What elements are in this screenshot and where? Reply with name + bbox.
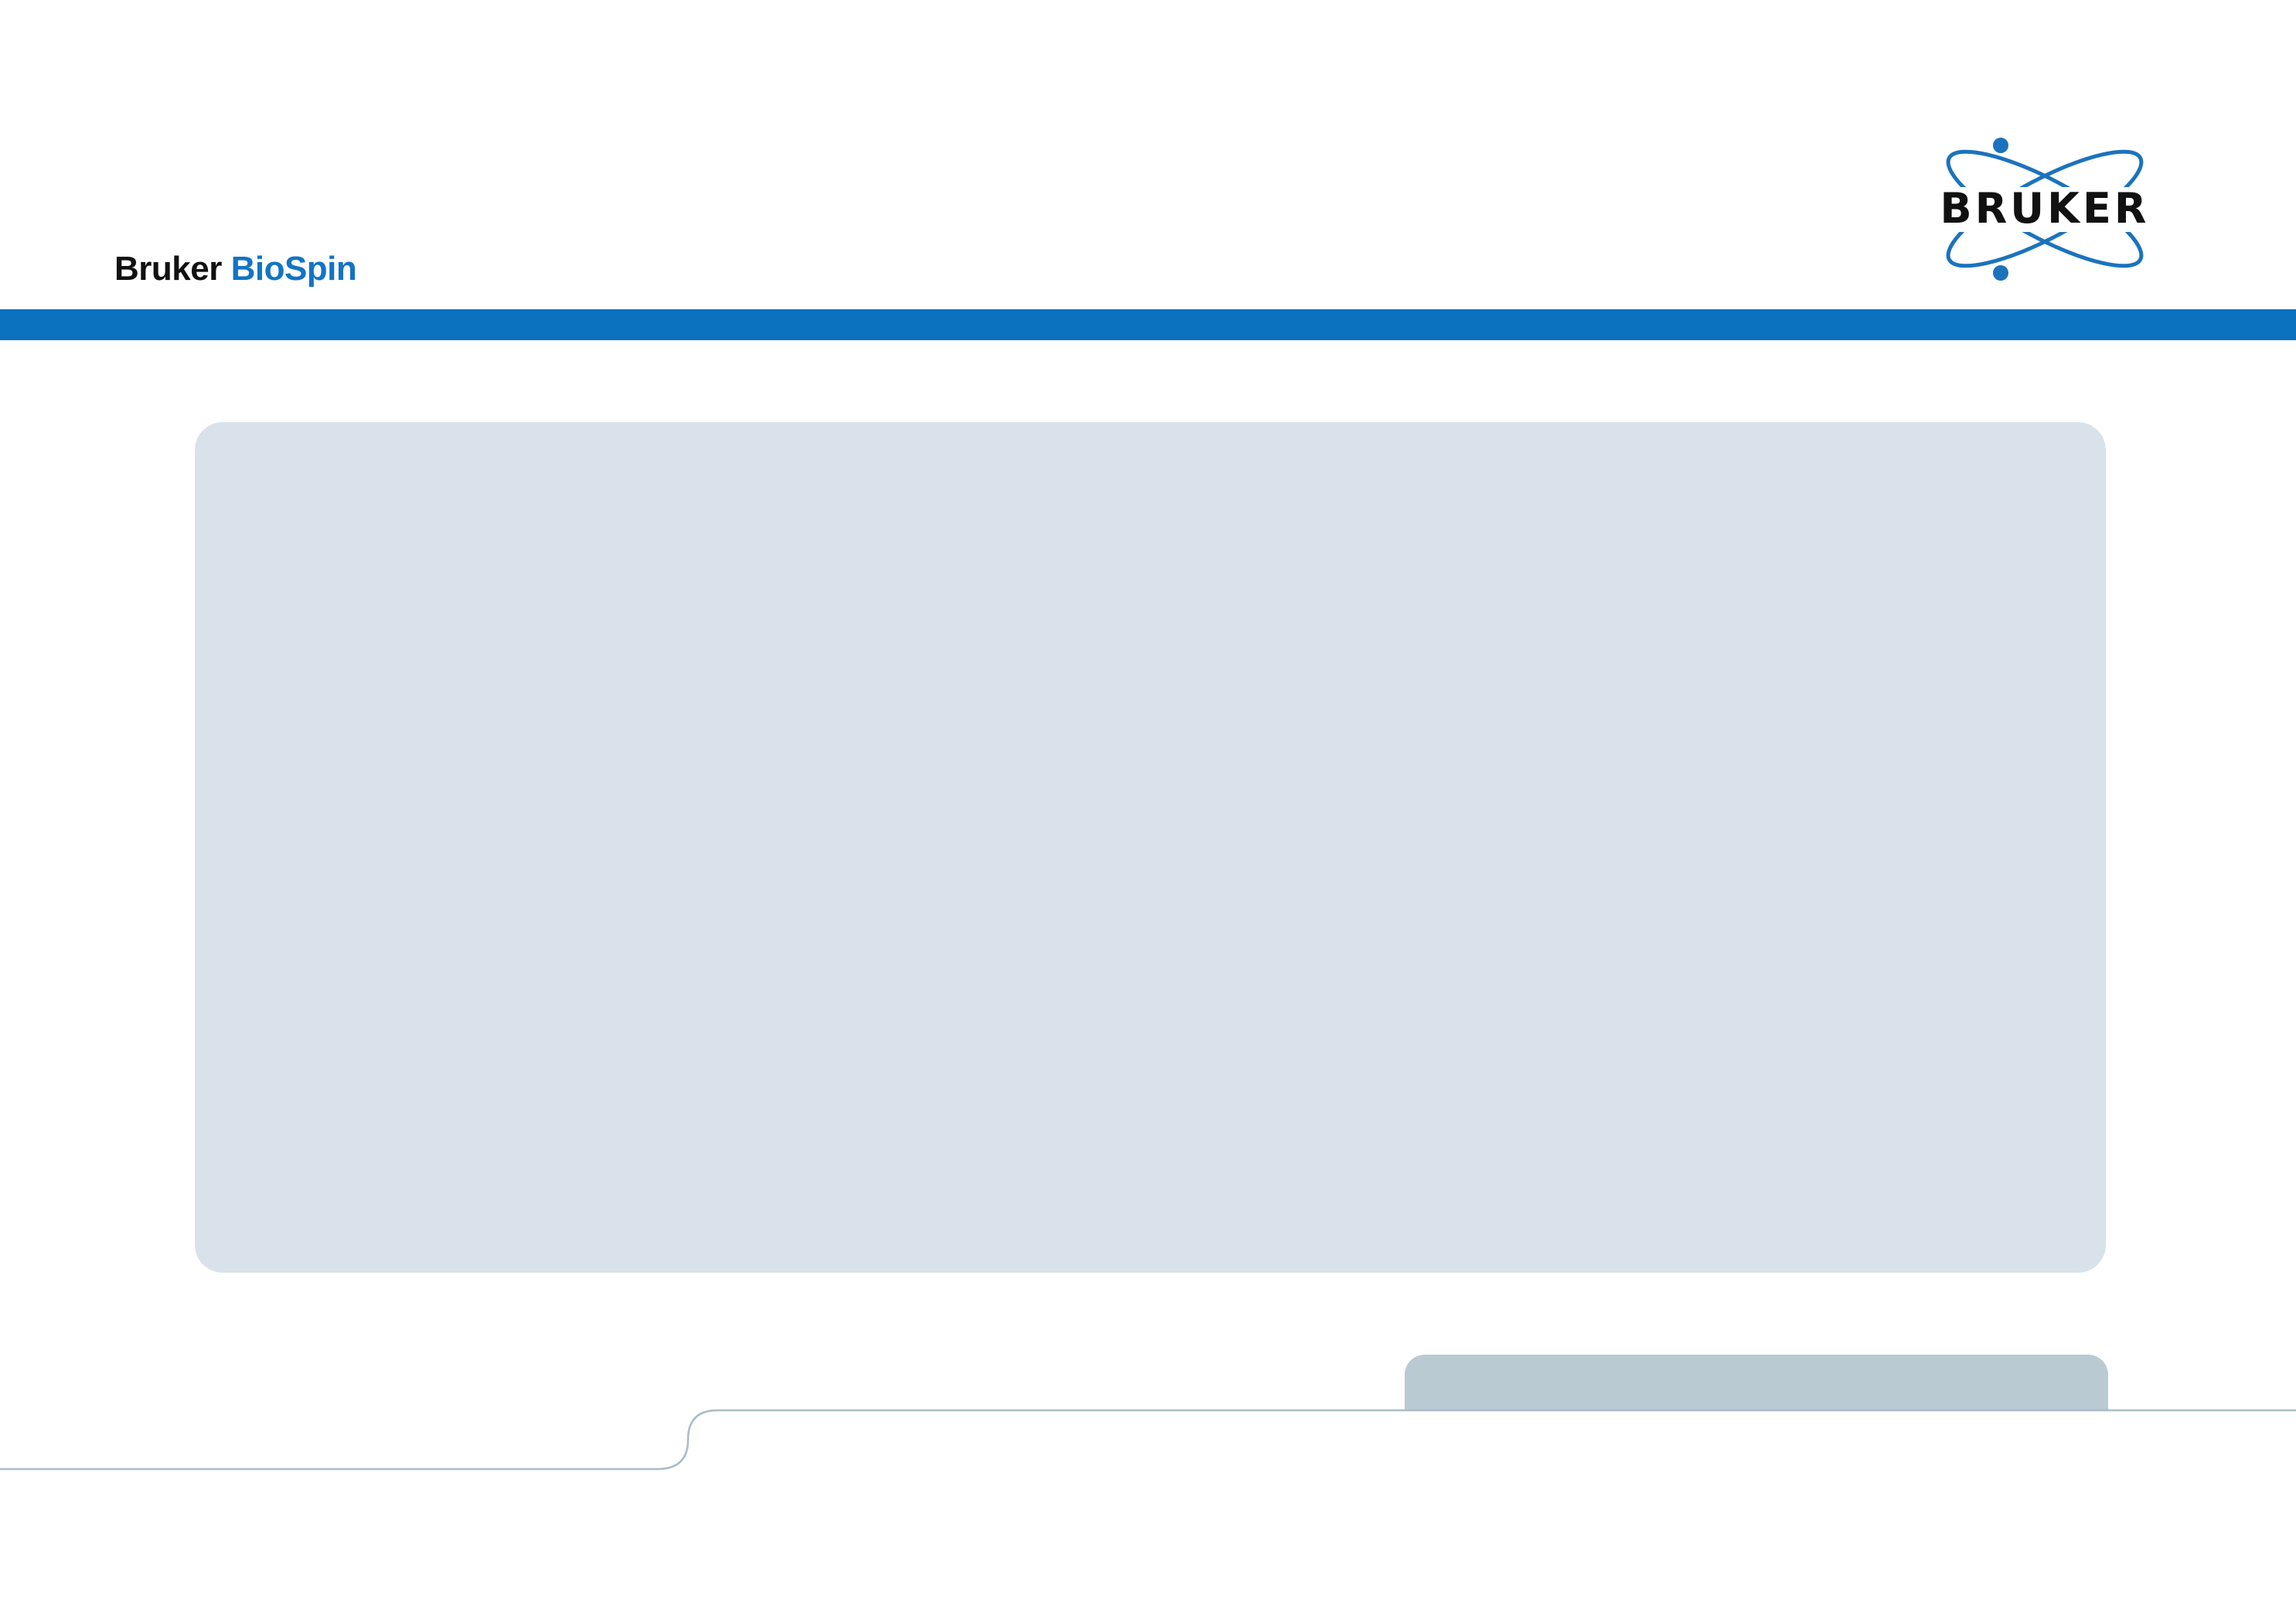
logo-electron-top: [1993, 138, 2008, 153]
content-panel: [195, 422, 2106, 1273]
logo-wordmark: BRUKER: [1940, 184, 2150, 233]
brand-division: BioSpin: [230, 250, 357, 288]
brand-wordmark: Bruker BioSpin: [114, 246, 357, 292]
footer-divider-line: [0, 1409, 2296, 1471]
brand-company: Bruker: [114, 250, 222, 288]
header-bar: [0, 309, 2296, 340]
bruker-logo: BRUKER: [1902, 138, 2188, 281]
logo-electron-bottom: [1993, 265, 2008, 281]
